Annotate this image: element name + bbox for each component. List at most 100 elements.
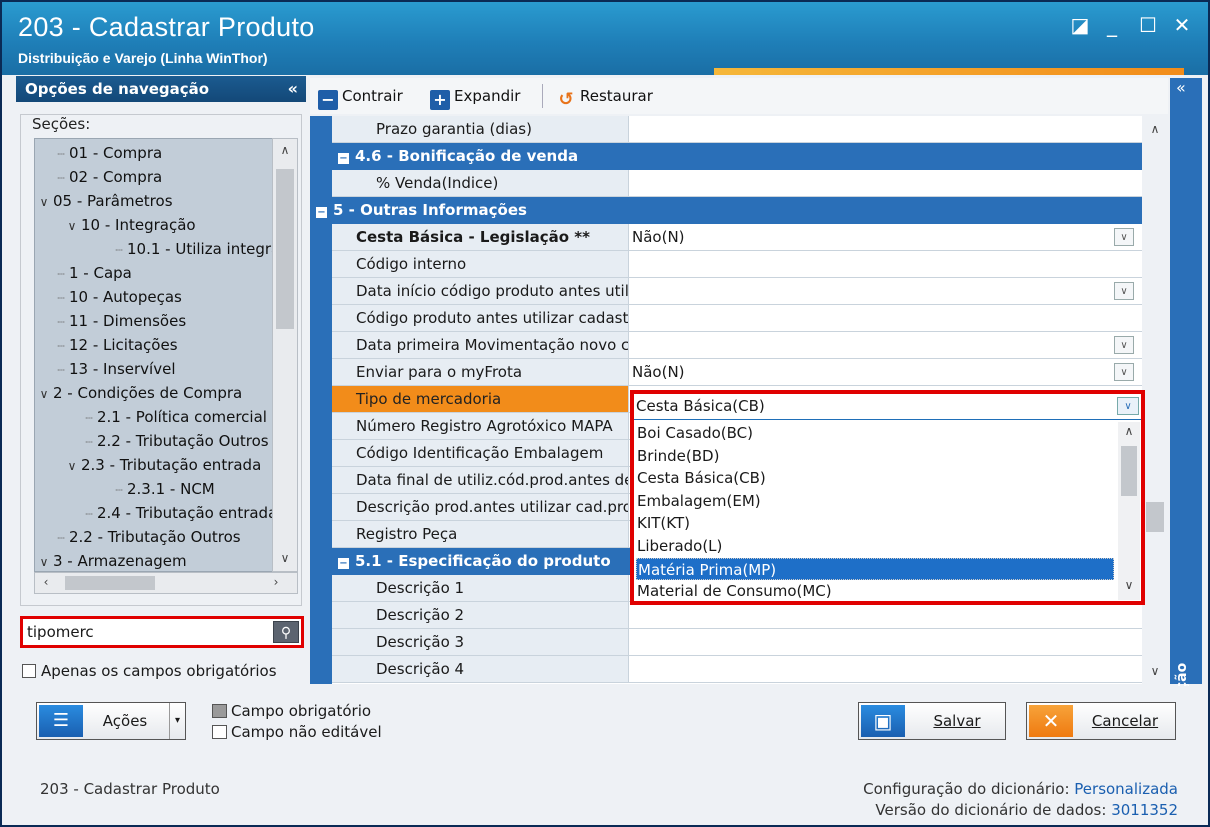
field-value[interactable]: ∨ [630, 278, 1142, 304]
dropdown-option[interactable]: Boi Casado(BC) [636, 422, 1114, 444]
tree-item[interactable]: ∨ 2.3 - Tributação entrada [63, 453, 262, 478]
grid-field-row[interactable]: Código produto antes utilizar cadastro [332, 305, 1142, 332]
grid-vertical-scrollbar[interactable]: ∧ ∨ [1142, 116, 1168, 684]
scroll-up-icon[interactable]: ∧ [276, 143, 294, 157]
grid-field-row[interactable]: Prazo garantia (dias) [332, 116, 1142, 143]
dropdown-scrollbar[interactable]: ∧ ∨ [1118, 422, 1140, 600]
field-value[interactable] [630, 116, 1142, 142]
tree-item[interactable]: ┈ 2.1 - Política comercial com [81, 405, 297, 429]
dropdown-selected[interactable]: Cesta Básica(CB) ∨ [634, 394, 1141, 420]
tree-item[interactable]: ┈ 10 - Autopeças [53, 285, 182, 309]
tree-item[interactable]: ∨ 2 - Condições de Compra [35, 381, 243, 406]
tree-item[interactable]: ┈ 12 - Licitações [53, 333, 177, 357]
grid-section-header[interactable]: −4.6 - Bonificação de venda [332, 143, 1142, 170]
grid-field-row[interactable]: Descrição 4 [332, 656, 1142, 683]
collapse-section-icon[interactable]: − [338, 558, 349, 569]
collapse-nav-icon[interactable]: « [288, 76, 298, 102]
grid-field-row[interactable]: Data primeira Movimentação novo cód ∨ [332, 332, 1142, 359]
chevron-down-icon[interactable]: ∨ [1114, 282, 1134, 300]
dropdown-scroll-thumb[interactable] [1121, 446, 1137, 496]
tree-expand-icon[interactable]: ∨ [63, 214, 81, 238]
grid-section-header[interactable]: −5 - Outras Informações [310, 197, 1142, 224]
tree-item[interactable]: ┈ 01 - Compra [53, 141, 162, 165]
field-value[interactable] [630, 629, 1142, 655]
field-value[interactable]: Não(N) ∨ [630, 359, 1142, 385]
grid-field-row[interactable]: Código interno [332, 251, 1142, 278]
grid-field-row[interactable]: % Venda(Indice) [332, 170, 1142, 197]
tree-item[interactable]: ┈ 10.1 - Utiliza integraçã [111, 237, 297, 261]
tree-expand-icon[interactable]: ∨ [35, 190, 53, 214]
restore-window-icon[interactable]: ◪ [1066, 12, 1094, 38]
tree-horizontal-scrollbar[interactable]: ‹ › [34, 572, 298, 594]
dropdown-option[interactable]: KIT(KT) [636, 512, 1114, 534]
search-value[interactable]: tipomerc [27, 623, 94, 641]
field-value[interactable] [630, 170, 1142, 196]
dropdown-option[interactable]: Liberado(L) [636, 535, 1114, 557]
field-search-input[interactable]: tipomerc ⚲ [20, 616, 304, 648]
dropdown-scroll-up-icon[interactable]: ∧ [1120, 424, 1138, 438]
field-value[interactable] [630, 656, 1142, 682]
expand-button[interactable]: + Expandir [430, 84, 520, 110]
grid-scroll-thumb[interactable] [1146, 502, 1164, 532]
chevron-down-icon[interactable]: ∨ [1114, 336, 1134, 354]
actions-menu-arrow-icon[interactable]: ▾ [169, 703, 185, 739]
field-value[interactable] [630, 251, 1142, 277]
checkbox-box[interactable] [22, 664, 36, 678]
chevron-down-icon[interactable]: ∨ [1114, 228, 1134, 246]
cancel-button[interactable]: ✕ Cancelar [1026, 702, 1176, 740]
tree-item[interactable]: ┈ 2.3.1 - NCM [111, 477, 214, 501]
dropdown-option[interactable]: Embalagem(EM) [636, 490, 1114, 512]
only-required-checkbox[interactable]: Apenas os campos obrigatórios [22, 662, 277, 680]
collapse-section-icon[interactable]: − [338, 153, 349, 164]
grid-scroll-down-icon[interactable]: ∨ [1146, 664, 1164, 678]
merchandise-type-dropdown[interactable]: Cesta Básica(CB) ∨ Boi Casado(BC) Brinde(… [630, 390, 1145, 605]
information-side-panel[interactable]: « Informação [1170, 78, 1202, 752]
tree-item[interactable]: ┈ 02 - Compra [53, 165, 162, 189]
tree-item[interactable]: ┈ 2.4 - Tributação entrada I [81, 501, 286, 525]
tree-vertical-scrollbar[interactable]: ∧ ∨ [272, 138, 298, 572]
actions-button[interactable]: ☰ Ações ▾ [36, 702, 186, 740]
collapse-button[interactable]: − Contrair [318, 84, 403, 110]
scroll-right-icon[interactable]: › [267, 575, 285, 589]
field-value[interactable] [630, 305, 1142, 331]
field-value[interactable] [630, 602, 1142, 628]
tree-item[interactable]: ∨ 10 - Integração [63, 213, 196, 237]
dropdown-scroll-down-icon[interactable]: ∨ [1120, 578, 1138, 592]
tree-item[interactable]: ┈ 2.2 - Tributação Outros [81, 429, 268, 453]
dropdown-option[interactable]: Matéria Prima(MP) [636, 557, 1114, 580]
scroll-down-icon[interactable]: ∨ [276, 551, 294, 565]
dropdown-option[interactable]: Brinde(BD) [636, 445, 1114, 467]
minimize-icon[interactable]: _ [1098, 12, 1126, 38]
collapse-info-icon[interactable]: « [1176, 78, 1186, 97]
grid-field-row[interactable]: Cesta Básica - Legislação ** Não(N) ∨ [332, 224, 1142, 251]
scroll-left-icon[interactable]: ‹ [37, 575, 55, 589]
dropdown-options[interactable]: Boi Casado(BC) Brinde(BD) Cesta Básica(CB)… [634, 422, 1114, 600]
maximize-icon[interactable]: ☐ [1134, 12, 1162, 38]
tree-item[interactable]: ┈ 2.2 - Tributação Outros [53, 525, 240, 549]
tree-item[interactable]: ┈ 1 - Capa [53, 261, 132, 285]
chevron-down-icon[interactable]: ∨ [1117, 397, 1139, 415]
grid-field-row[interactable]: Data início código produto antes utiliz ∨ [332, 278, 1142, 305]
close-icon[interactable]: ✕ [1168, 12, 1196, 38]
field-value[interactable]: ∨ [630, 332, 1142, 358]
tree-scroll-thumb[interactable] [276, 169, 294, 329]
tree-expand-icon[interactable]: ∨ [63, 454, 81, 478]
tree-expand-icon[interactable]: ∨ [35, 382, 53, 406]
tree-item[interactable]: ∨ 05 - Parâmetros [35, 189, 173, 213]
tree-expand-icon[interactable]: ∨ [35, 550, 53, 571]
sections-tree[interactable]: ┈ 01 - Compra ┈ 02 - Compra ∨ 05 - Parâmetros… [34, 138, 298, 572]
grid-field-row[interactable]: Descrição 2 [332, 602, 1142, 629]
tree-item[interactable]: ┈ 11 - Dimensões [53, 309, 186, 333]
dropdown-option[interactable]: Material de Consumo(MC) [636, 580, 1114, 602]
tree-hscroll-thumb[interactable] [65, 576, 155, 590]
grid-field-row[interactable]: Enviar para o myFrota Não(N) ∨ [332, 359, 1142, 386]
grid-field-row[interactable]: Descrição 3 [332, 629, 1142, 656]
save-button[interactable]: ▣ Salvar [858, 702, 1006, 740]
tree-item[interactable]: ┈ 13 - Inservível [53, 357, 175, 381]
grid-scroll-up-icon[interactable]: ∧ [1146, 122, 1164, 136]
restore-button[interactable]: ↺ Restaurar [556, 84, 652, 110]
tree-item[interactable]: ∨ 3 - Armazenagem [35, 549, 187, 571]
dropdown-option[interactable]: Cesta Básica(CB) [636, 467, 1114, 489]
search-icon[interactable]: ⚲ [273, 621, 299, 643]
chevron-down-icon[interactable]: ∨ [1114, 363, 1134, 381]
